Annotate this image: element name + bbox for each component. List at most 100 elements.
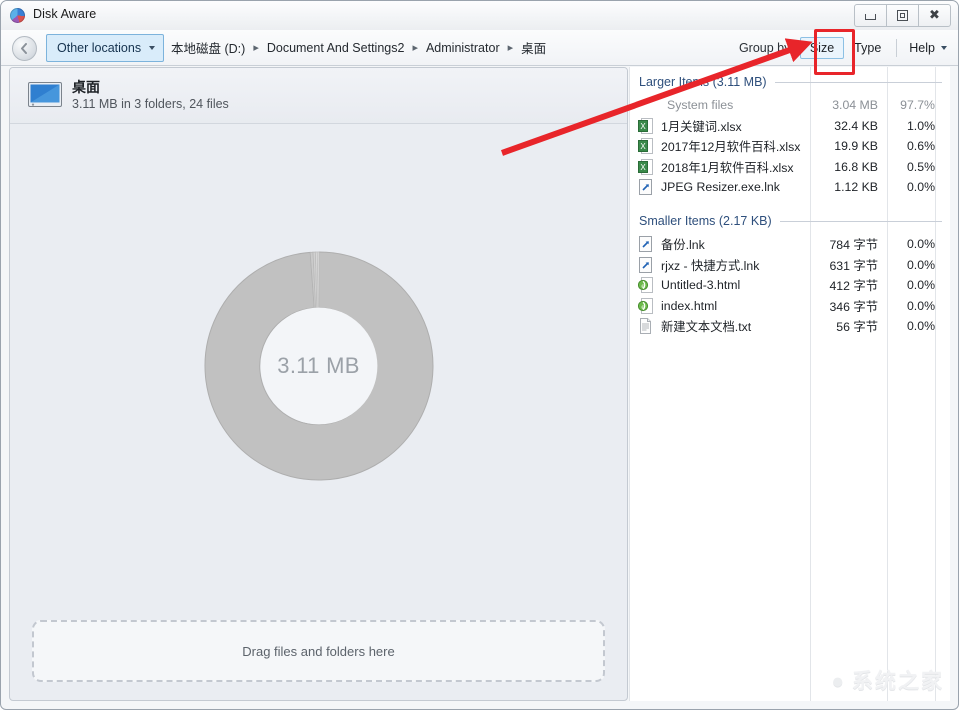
chart-pane: 桌面 3.11 MB in 3 folders, 24 files 3.11 M… xyxy=(9,67,628,701)
file-name: rjxz - 快捷方式.lnk xyxy=(661,258,760,273)
drop-zone[interactable]: Drag files and folders here xyxy=(32,620,605,682)
section-header-rule xyxy=(774,81,942,83)
file-size: 19.9 KB xyxy=(834,139,878,154)
close-icon: ✖ xyxy=(929,8,940,23)
xlsx-icon: X xyxy=(638,158,653,175)
window-controls: ✖ xyxy=(854,4,951,27)
file-list-section-header: Smaller Items (2.17 KB) xyxy=(639,212,942,230)
file-list-section-header: Larger Items (3.11 MB) xyxy=(639,73,942,91)
back-arrow-icon xyxy=(21,43,27,54)
restore-icon xyxy=(897,10,908,21)
breadcrumb-item-documents[interactable]: Document And Settings2 xyxy=(267,41,405,55)
watermark-logo-icon: ● xyxy=(831,670,846,693)
shortcut-icon xyxy=(638,256,653,273)
breadcrumb-item-desktop[interactable]: 桌面 xyxy=(521,38,546,57)
file-list-row[interactable]: 新建文本文档.txt 56 字节 0.0% xyxy=(629,316,950,336)
other-locations-button[interactable]: Other locations xyxy=(46,34,165,62)
breadcrumb: 本地磁盘 (D:) ▸ Document And Settings2 ▸ Adm… xyxy=(171,30,546,65)
donut-center-label: 3.11 MB xyxy=(277,353,360,378)
file-size: 631 字节 xyxy=(829,258,878,273)
chevron-down-icon xyxy=(941,45,947,50)
section-header-label: Smaller Items (2.17 KB) xyxy=(639,214,772,228)
xlsx-icon: X xyxy=(638,138,653,155)
breadcrumb-separator-icon: ▸ xyxy=(412,42,418,54)
desktop-monitor-icon xyxy=(28,82,62,107)
watermark: ● 系统之家 xyxy=(831,665,944,695)
file-list-pane[interactable]: Larger Items (3.11 MB) System files 3.04 M… xyxy=(629,67,950,701)
other-locations-label: Other locations xyxy=(57,41,142,55)
shortcut-icon xyxy=(638,179,653,196)
svg-text:X: X xyxy=(640,142,646,151)
file-percent: 0.0% xyxy=(906,180,935,195)
html-icon: e xyxy=(638,277,653,294)
minimize-button[interactable] xyxy=(854,4,887,27)
toolbar-right-group: Group by: Size Type Help xyxy=(739,30,952,65)
close-button[interactable]: ✖ xyxy=(918,4,951,27)
help-label: Help xyxy=(909,40,935,55)
pie-chart-icon xyxy=(10,8,25,23)
file-list-row[interactable]: JPEG Resizer.exe.lnk 1.12 KB 0.0% xyxy=(629,177,950,197)
file-percent: 1.0% xyxy=(906,118,935,133)
group-by-type-button[interactable]: Type xyxy=(844,37,891,59)
file-size: 412 字节 xyxy=(829,279,878,294)
file-list-row[interactable]: 备份.lnk 784 字节 0.0% xyxy=(629,234,950,254)
restore-button[interactable] xyxy=(886,4,919,27)
toolbar: Other locations 本地磁盘 (D:) ▸ Document And… xyxy=(1,30,958,66)
breadcrumb-separator-icon: ▸ xyxy=(507,42,514,54)
txt-icon xyxy=(638,318,653,335)
file-size: 1.12 KB xyxy=(834,180,878,195)
watermark-text: 系统之家 xyxy=(852,670,944,693)
file-list-row[interactable]: e Untitled-3.html 412 字节 0.0% xyxy=(629,275,950,295)
file-size: 346 字节 xyxy=(829,299,878,314)
file-percent: 0.0% xyxy=(906,237,935,251)
file-list-row[interactable]: X 1月关键词.xlsx 32.4 KB 1.0% xyxy=(629,116,950,136)
file-name: Untitled-3.html xyxy=(661,278,741,293)
file-percent: 0.0% xyxy=(906,278,935,293)
donut-chart-svg: 3.11 MB xyxy=(197,244,441,488)
folder-header: 桌面 3.11 MB in 3 folders, 24 files xyxy=(10,68,627,124)
chevron-down-icon xyxy=(149,46,156,50)
file-percent: 0.6% xyxy=(906,139,935,154)
back-button[interactable] xyxy=(12,36,37,61)
file-size: 784 字节 xyxy=(829,238,878,252)
file-name: index.html xyxy=(661,298,718,313)
file-size: 3.04 MB xyxy=(832,98,878,112)
breadcrumb-item-administrator[interactable]: Administrator xyxy=(426,41,500,55)
drop-zone-label: Drag files and folders here xyxy=(242,643,395,659)
title-bar: Disk Aware ✖ xyxy=(1,1,958,31)
file-list-row[interactable]: X 2017年12月软件百科.xlsx 19.9 KB 0.6% xyxy=(629,136,950,156)
file-percent: 0.5% xyxy=(906,159,935,174)
svg-text:X: X xyxy=(640,122,646,131)
group-by-label: Group by: xyxy=(738,40,794,55)
breadcrumb-separator-icon: ▸ xyxy=(253,42,259,54)
window-title: Disk Aware xyxy=(33,7,97,21)
svg-text:X: X xyxy=(640,163,646,172)
file-size: 16.8 KB xyxy=(834,159,878,174)
file-percent: 0.0% xyxy=(906,298,935,313)
file-percent: 0.0% xyxy=(906,257,935,272)
folder-summary: 3.11 MB in 3 folders, 24 files xyxy=(72,97,229,111)
disk-aware-window: Disk Aware ✖ Other locations 本地磁盘 (D:) ▸… xyxy=(0,0,959,710)
group-by-size-button[interactable]: Size xyxy=(799,36,845,59)
section-header-rule xyxy=(779,220,942,222)
html-icon: e xyxy=(638,297,653,314)
file-list-row[interactable]: System files 3.04 MB 97.7% xyxy=(629,95,950,115)
file-list-row[interactable]: e index.html 346 字节 0.0% xyxy=(629,296,950,316)
file-name: System files xyxy=(667,98,734,112)
file-list-row[interactable]: X 2018年1月软件百科.xlsx 16.8 KB 0.5% xyxy=(629,157,950,177)
file-percent: 0.0% xyxy=(906,319,935,334)
shortcut-icon xyxy=(638,236,653,252)
folder-name: 桌面 xyxy=(72,79,100,95)
section-header-label: Larger Items (3.11 MB) xyxy=(639,75,767,89)
breadcrumb-item-drive[interactable]: 本地磁盘 (D:) xyxy=(171,38,245,57)
file-list: Larger Items (3.11 MB) System files 3.04 M… xyxy=(629,67,950,701)
file-percent: 97.7% xyxy=(900,98,935,112)
help-button[interactable]: Help xyxy=(902,37,952,59)
file-name: 新建文本文档.txt xyxy=(661,320,752,335)
file-name: JPEG Resizer.exe.lnk xyxy=(661,180,780,195)
toolbar-divider xyxy=(896,38,898,57)
file-name: 1月关键词.xlsx xyxy=(661,119,742,134)
xlsx-icon: X xyxy=(638,117,653,134)
file-list-row[interactable]: rjxz - 快捷方式.lnk 631 字节 0.0% xyxy=(629,255,950,275)
minimize-icon xyxy=(865,14,876,20)
